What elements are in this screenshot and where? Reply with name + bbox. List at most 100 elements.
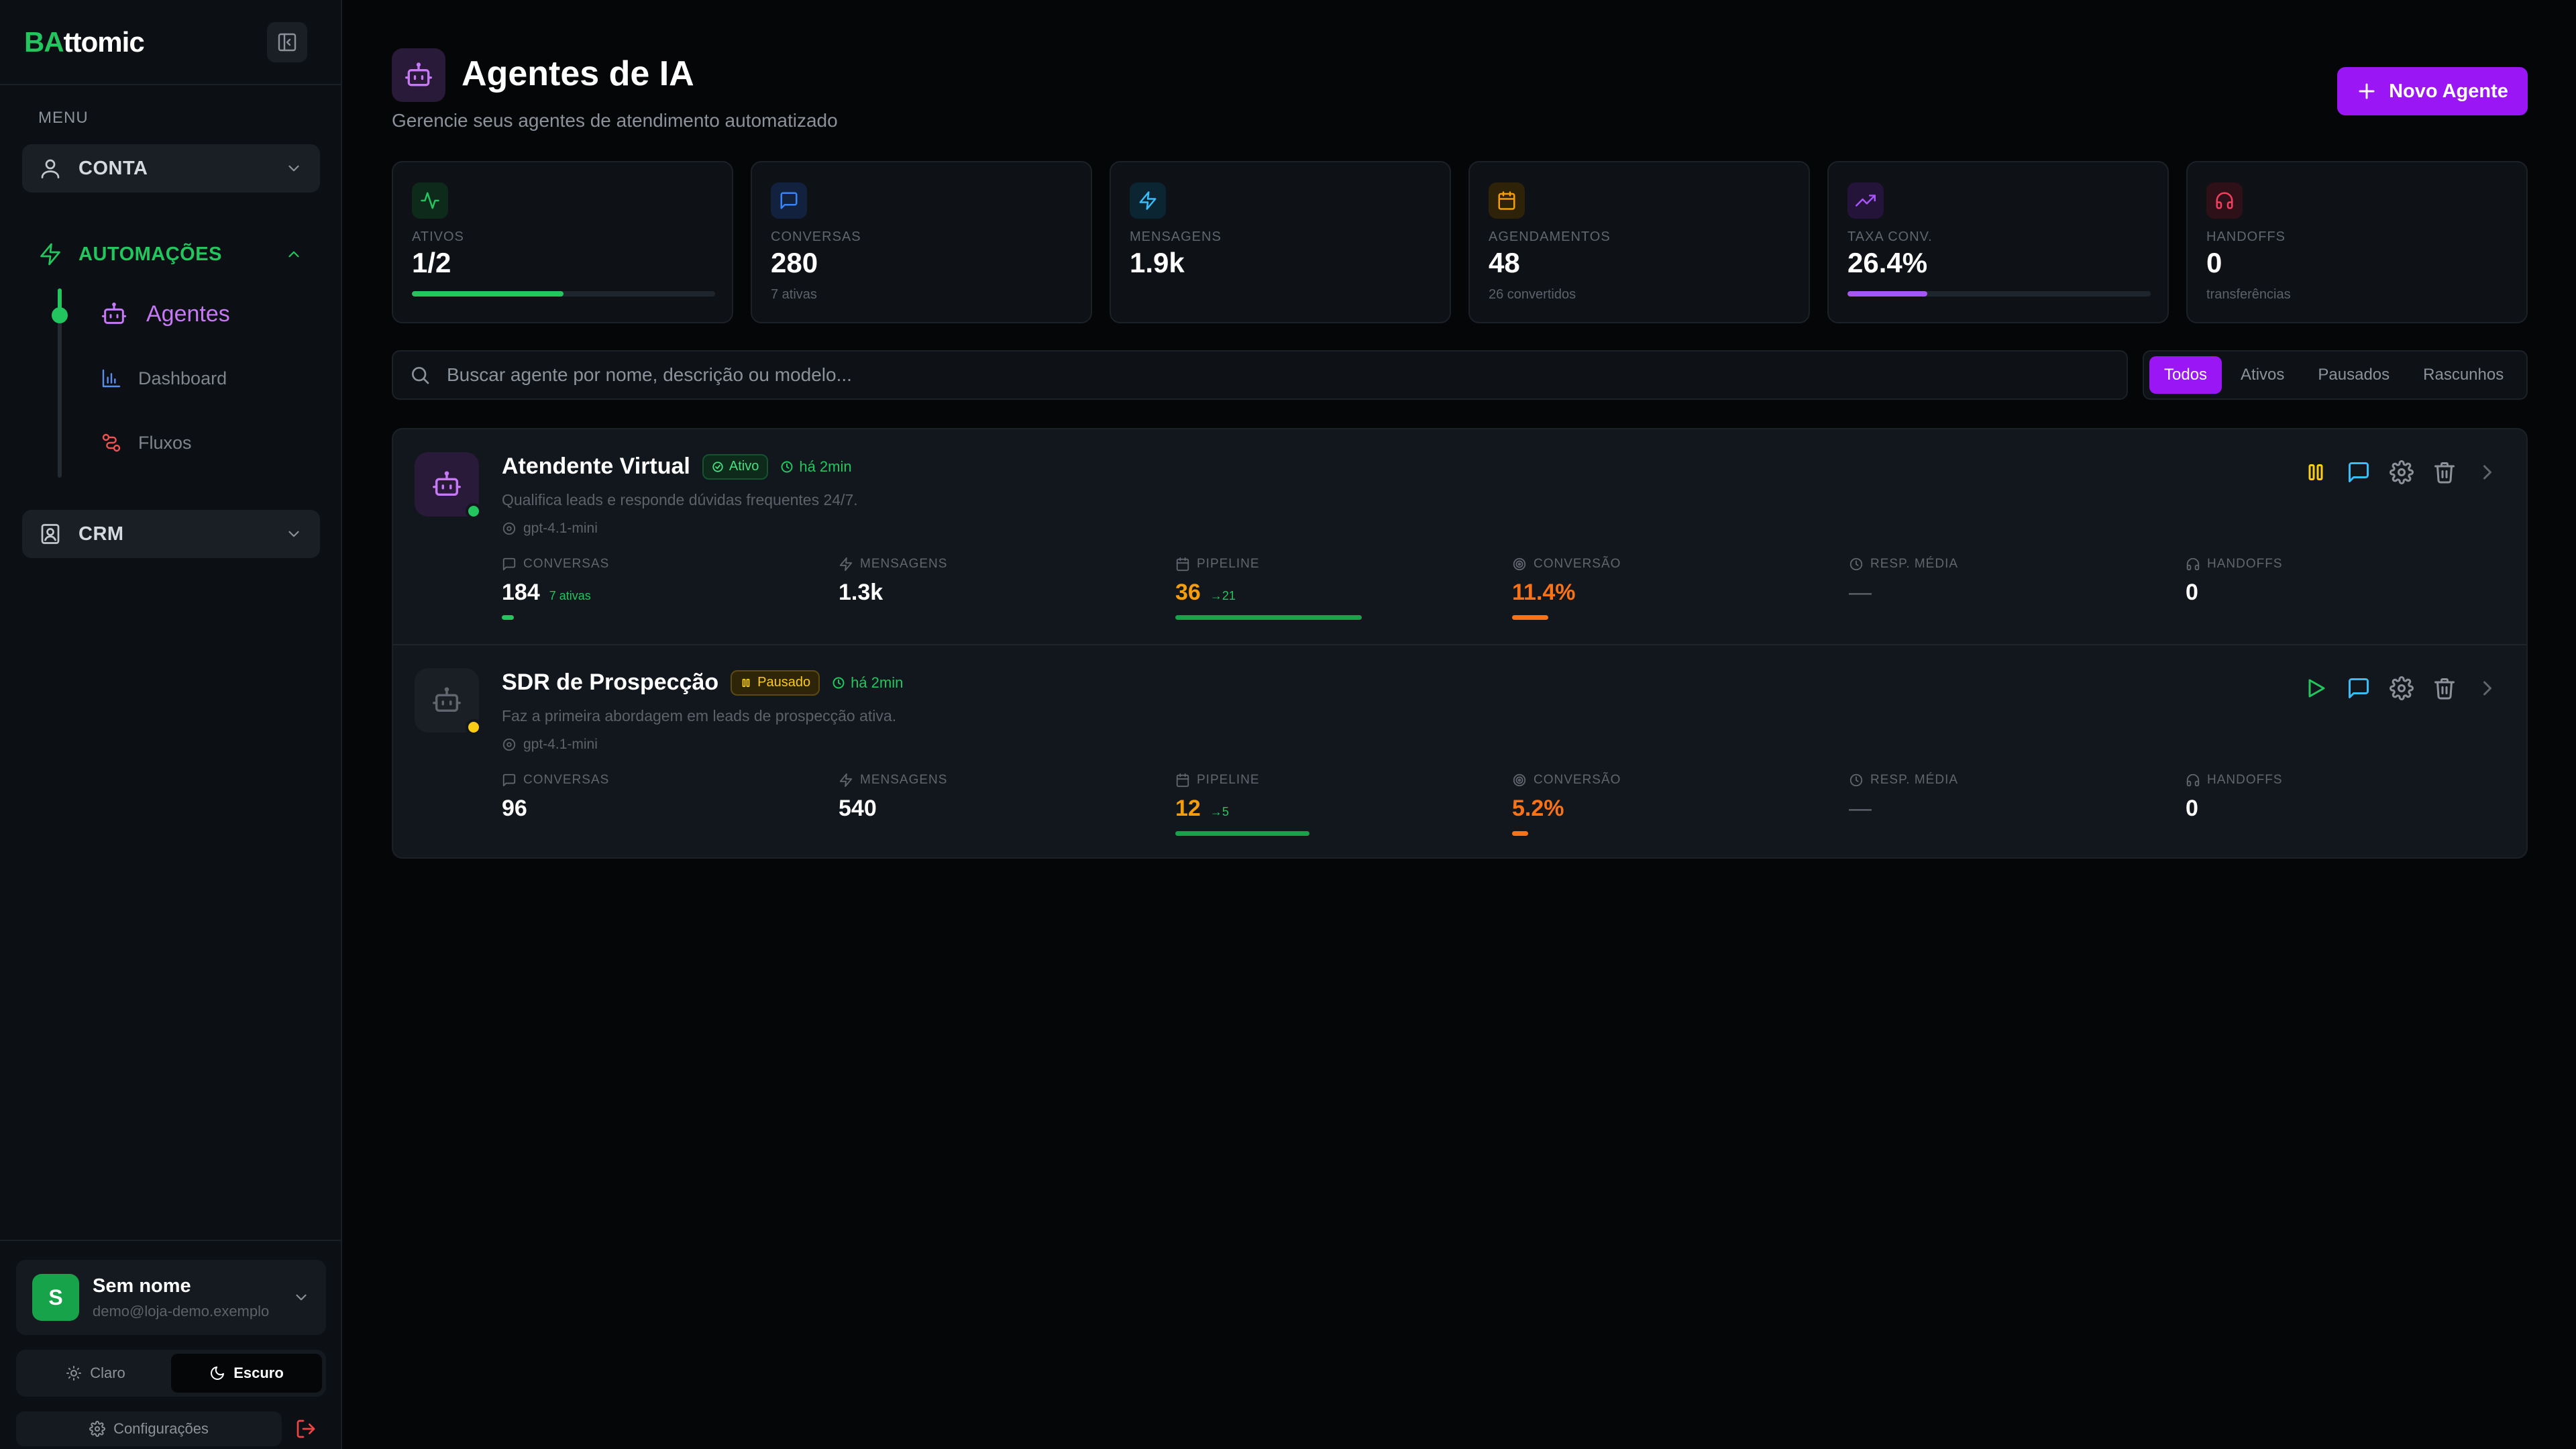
- bot-icon: [433, 471, 461, 496]
- agent-row[interactable]: Atendente Virtual Ativo há 2min Qualific…: [393, 429, 2526, 644]
- stat-value: 48: [1489, 247, 1520, 278]
- play-icon[interactable]: [2304, 676, 2328, 700]
- bot-icon: [405, 62, 432, 87]
- activity-icon: [421, 192, 439, 209]
- moon-icon: [211, 1366, 225, 1380]
- metric-pipeline: PIPELINE 12 →5: [1175, 773, 1497, 836]
- stat-sub: transferências: [2206, 287, 2291, 302]
- metric-label-text: MENSAGENS: [860, 773, 948, 787]
- filter-todos[interactable]: Todos: [2149, 356, 2222, 394]
- logout-icon[interactable]: [295, 1418, 317, 1440]
- agent-head: Atendente Virtual Ativo há 2min: [502, 453, 852, 480]
- chevron-right-icon[interactable]: [2475, 676, 2500, 700]
- user-name: Sem nome: [93, 1275, 191, 1297]
- agent-actions: [2304, 676, 2500, 700]
- agents-list: Atendente Virtual Ativo há 2min Qualific…: [392, 428, 2528, 859]
- chevron-right-icon[interactable]: [2475, 460, 2500, 484]
- settings-label: Configurações: [113, 1420, 209, 1437]
- agent-name[interactable]: SDR de Prospecção: [502, 669, 718, 696]
- stat-value: 1/2: [412, 247, 451, 278]
- app-logo[interactable]: BAttomic: [24, 26, 145, 58]
- metric-value-text: 0: [2186, 580, 2198, 605]
- metric-resp-media: RESP. MÉDIA —: [1849, 773, 2171, 822]
- collapse-sidebar-button[interactable]: [267, 21, 307, 62]
- page-title: Agentes de IA: [462, 54, 694, 93]
- sidebar-item-agentes[interactable]: Agentes: [101, 301, 230, 327]
- trending-up-icon: [1856, 195, 1876, 207]
- user-menu[interactable]: S Sem nome demo@loja-demo.exemplo: [16, 1260, 326, 1335]
- agent-status-dot: [466, 719, 482, 735]
- nav-group-crm[interactable]: CRM: [22, 510, 320, 558]
- theme-light-button[interactable]: Claro: [20, 1354, 171, 1393]
- menu-label: MENU: [38, 109, 89, 127]
- stat-icon-box: [1489, 182, 1525, 219]
- settings-button[interactable]: Configurações: [16, 1411, 282, 1446]
- headphones-icon: [2186, 773, 2200, 787]
- metric-label-text: CONVERSAS: [523, 557, 610, 571]
- metric-label-text: CONVERSAS: [523, 773, 610, 787]
- headphones-icon: [2186, 557, 2200, 571]
- metric-label-text: RESP. MÉDIA: [1870, 557, 1959, 571]
- filter-ativos[interactable]: Ativos: [2226, 356, 2299, 394]
- search-box: [392, 350, 2128, 400]
- stat-progress-bar: [1847, 291, 2151, 297]
- metric-label-text: RESP. MÉDIA: [1870, 773, 1959, 787]
- chat-icon[interactable]: [2347, 676, 2371, 700]
- sidebar-item-fluxos[interactable]: Fluxos: [101, 432, 192, 453]
- metric-mensagens: MENSAGENS 540: [839, 773, 1161, 822]
- trash-icon[interactable]: [2432, 676, 2457, 700]
- metric-value: 36 →21: [1175, 580, 1497, 606]
- metric-value: 96: [502, 796, 824, 822]
- status-badge: Ativo: [702, 453, 769, 480]
- stat-label: HANDOFFS: [2206, 229, 2286, 244]
- stat-sub: 26 convertidos: [1489, 287, 1576, 302]
- chevron-down-icon: [288, 165, 299, 172]
- zap-icon: [839, 557, 853, 572]
- gear-icon[interactable]: [2390, 676, 2414, 700]
- chevron-down-icon: [288, 531, 299, 537]
- metric-value: 0: [2186, 796, 2508, 822]
- nav-group-label: CRM: [78, 523, 124, 545]
- metric-label: PIPELINE: [1175, 557, 1497, 572]
- filter-rascunhos[interactable]: Rascunhos: [2408, 356, 2518, 394]
- user-icon: [41, 159, 60, 178]
- gear-icon: [89, 1421, 106, 1437]
- theme-dark-button[interactable]: Escuro: [171, 1354, 322, 1393]
- calendar-icon: [1176, 773, 1189, 788]
- agent-description: Qualifica leads e responde dúvidas frequ…: [502, 491, 858, 508]
- clock-icon: [1849, 773, 1863, 787]
- gear-icon[interactable]: [2390, 460, 2414, 484]
- metric-value-text: —: [1849, 580, 1872, 605]
- trash-icon[interactable]: [2432, 460, 2457, 484]
- agent-row[interactable]: SDR de Prospecção Pausado há 2min Faz a …: [393, 644, 2526, 857]
- nav-group-conta[interactable]: CONTA: [22, 144, 320, 193]
- stat-value: 1.9k: [1130, 247, 1185, 278]
- metric-value: 12 →5: [1175, 796, 1497, 822]
- metric-handoffs: HANDOFFS 0: [2186, 773, 2508, 822]
- pause-icon[interactable]: [2304, 460, 2328, 484]
- metric-handoffs: HANDOFFS 0: [2186, 557, 2508, 606]
- stat-label: TAXA CONV.: [1847, 229, 1933, 244]
- metric-label: RESP. MÉDIA: [1849, 773, 2171, 788]
- search-input[interactable]: [447, 364, 2127, 386]
- nav-group-automacoes[interactable]: AUTOMAÇÕES: [22, 230, 320, 278]
- new-agent-button[interactable]: Novo Agente: [2337, 67, 2528, 115]
- agent-name[interactable]: Atendente Virtual: [502, 453, 690, 480]
- status-filter-tabs: Todos Ativos Pausados Rascunhos: [2143, 350, 2528, 400]
- metric-value-text: 5.2%: [1512, 796, 1564, 821]
- sidebar-item-dashboard[interactable]: Dashboard: [101, 368, 227, 389]
- metric-label-text: HANDOFFS: [2207, 557, 2283, 571]
- updated-time-label: há 2min: [851, 674, 904, 691]
- stat-card-conversas: CONVERSAS 280 7 ativas: [751, 161, 1092, 323]
- metric-mensagens: MENSAGENS 1.3k: [839, 557, 1161, 606]
- message-icon: [780, 192, 798, 209]
- metric-value: 5.2%: [1512, 796, 1834, 822]
- metric-value: 1.3k: [839, 580, 1161, 606]
- chat-icon[interactable]: [2347, 460, 2371, 484]
- chevron-up-icon: [288, 251, 299, 258]
- filter-pausados[interactable]: Pausados: [2303, 356, 2404, 394]
- updated-time: há 2min: [780, 458, 852, 476]
- headphones-icon: [2216, 192, 2233, 209]
- zap-icon: [839, 773, 853, 788]
- agent-head: SDR de Prospecção Pausado há 2min: [502, 669, 903, 696]
